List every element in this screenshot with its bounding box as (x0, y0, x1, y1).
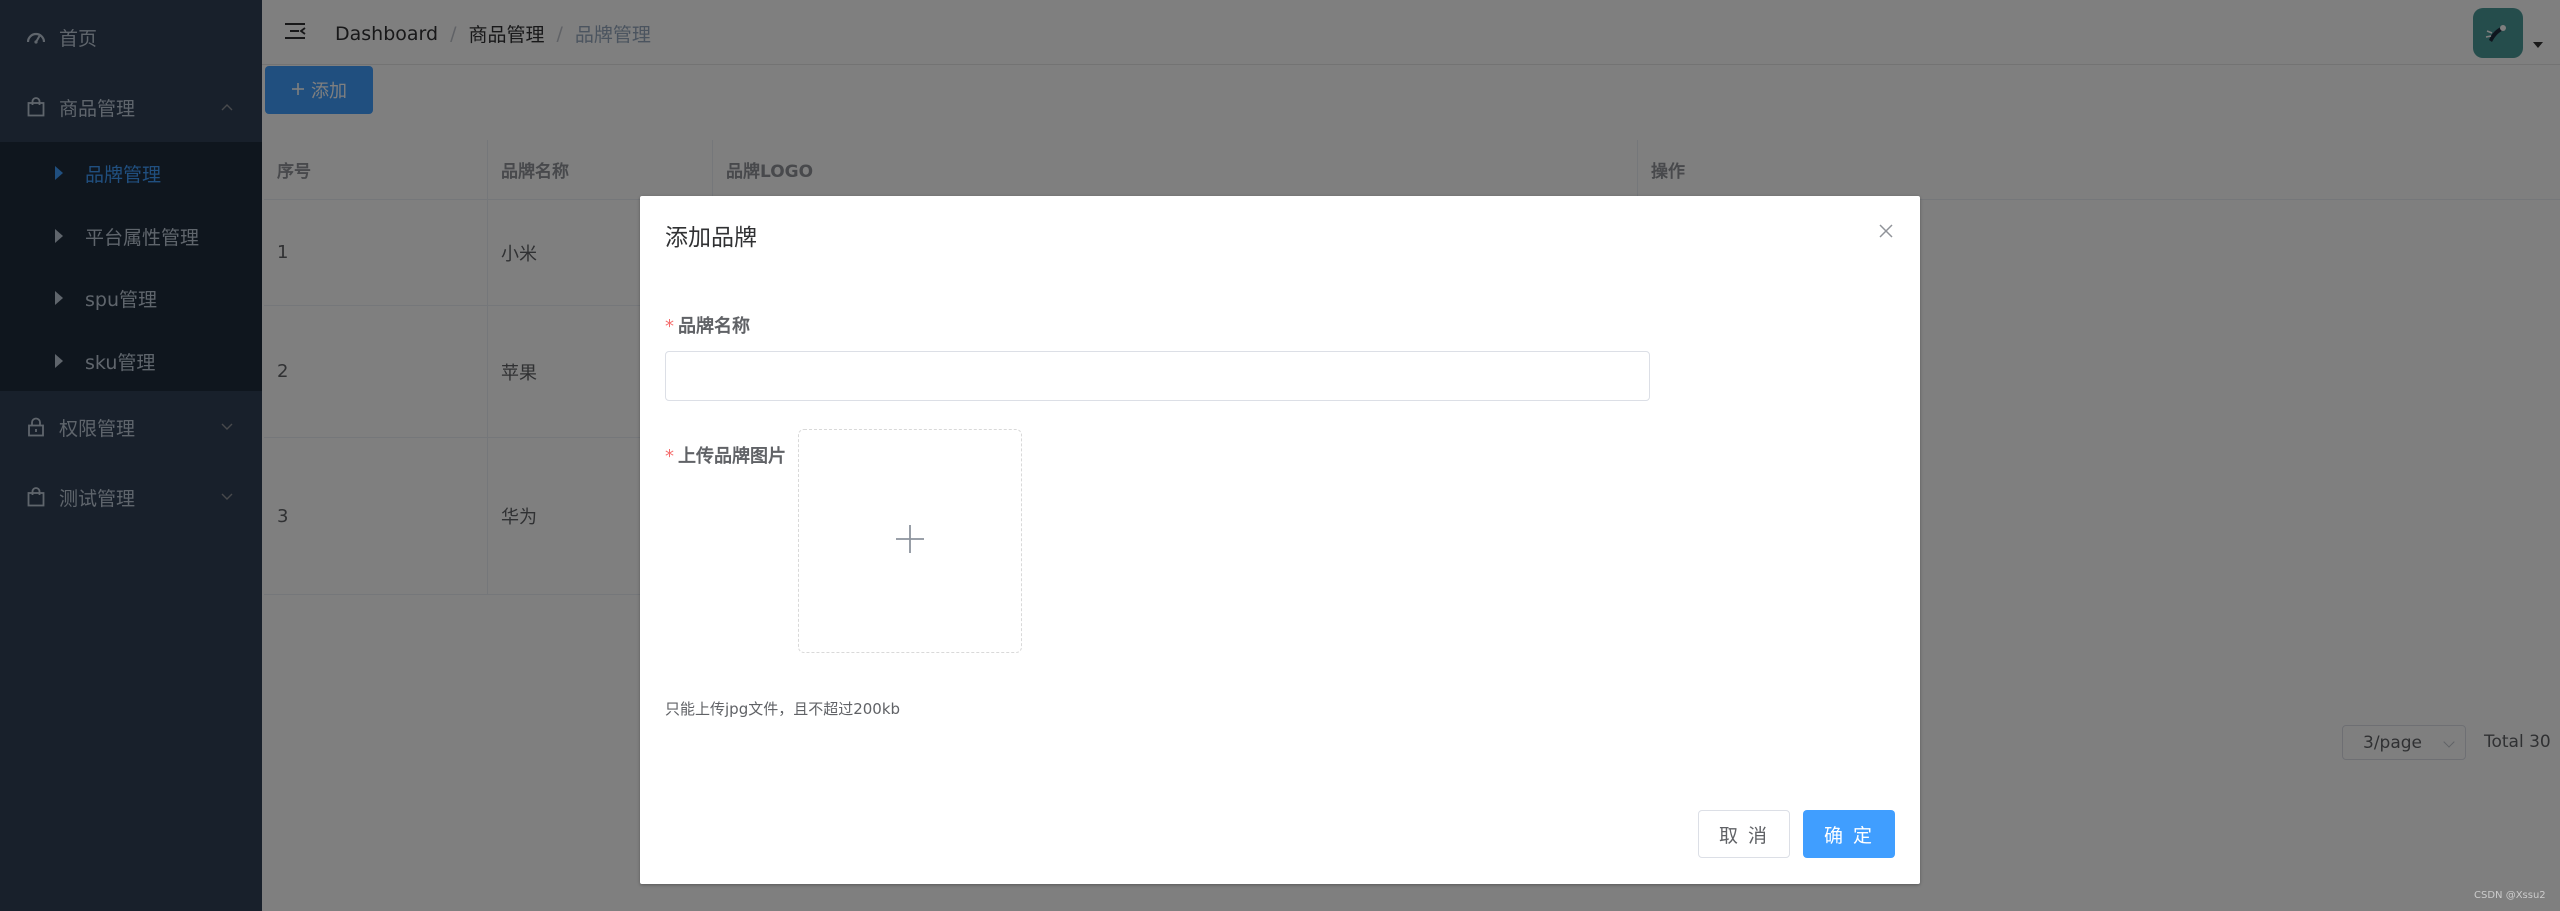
close-icon[interactable] (1877, 222, 1895, 240)
watermark: CSDN @Xssu2 (2474, 890, 2546, 901)
add-brand-dialog: 添加品牌 * 品牌名称 * 上传品牌图片 只能上传jpg文件，且不超过200kb 取… (640, 196, 1920, 884)
upload-label: * 上传品牌图片 (665, 442, 786, 468)
upload-label-text: 上传品牌图片 (678, 446, 786, 467)
brand-name-input[interactable] (665, 351, 1650, 401)
image-uploader[interactable] (798, 429, 1022, 653)
upload-tip: 只能上传jpg文件，且不超过200kb (665, 700, 901, 718)
required-mark: * (665, 446, 674, 467)
plus-icon (894, 523, 926, 559)
brand-name-label-text: 品牌名称 (678, 316, 750, 337)
dialog-title: 添加品牌 (665, 225, 757, 251)
required-mark: * (665, 316, 674, 337)
confirm-button[interactable]: 确 定 (1803, 810, 1895, 858)
cancel-button[interactable]: 取 消 (1698, 810, 1790, 858)
brand-name-label: * 品牌名称 (665, 312, 750, 338)
